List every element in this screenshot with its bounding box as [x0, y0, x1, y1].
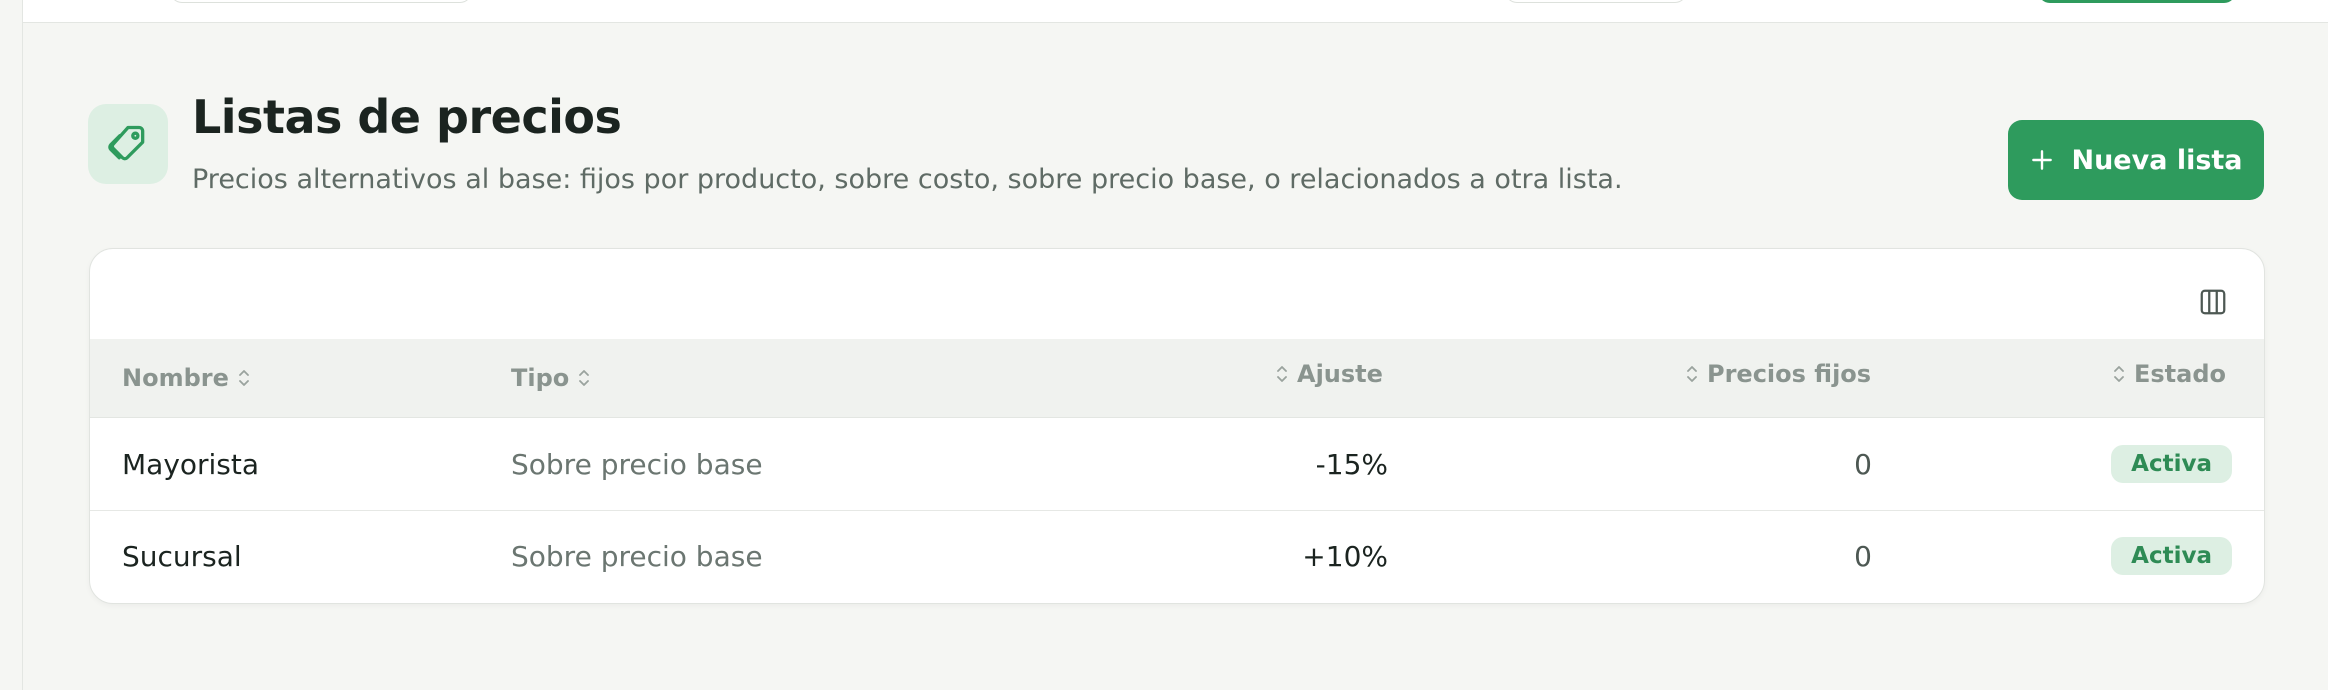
row-adjust: -15% — [1315, 447, 1388, 481]
top-primary-button[interactable] — [2038, 0, 2236, 3]
row-type: Sobre precio base — [511, 539, 763, 573]
status-badge: Activa — [2111, 445, 2232, 483]
column-header-type-label: Tipo — [511, 364, 570, 392]
row-type: Sobre precio base — [511, 447, 763, 481]
row-fixed-prices: 0 — [1854, 539, 1872, 573]
column-header-fixed-prices[interactable]: Precios fijos — [1685, 335, 1871, 413]
row-fixed-prices: 0 — [1854, 447, 1872, 481]
top-bar — [0, 0, 2328, 23]
row-name: Mayorista — [122, 447, 260, 481]
price-lists-table: Nombre Tipo Ajuste Precios fijos Estado … — [89, 248, 2265, 604]
sort-icon — [1685, 363, 1699, 385]
sort-icon — [577, 367, 591, 389]
column-header-type[interactable]: Tipo — [511, 339, 591, 417]
row-name: Sucursal — [122, 539, 242, 573]
column-header-adjust-label: Ajuste — [1297, 360, 1383, 388]
column-header-status-label: Estado — [2134, 360, 2227, 388]
row-adjust: +10% — [1302, 539, 1388, 573]
tag-icon — [88, 104, 168, 184]
page-title: Listas de precios — [192, 90, 622, 144]
sort-icon — [237, 367, 251, 389]
table-row[interactable]: Mayorista Sobre precio base -15% 0 Activ… — [90, 418, 2264, 511]
table-row[interactable]: Sucursal Sobre precio base +10% 0 Activa — [90, 510, 2264, 602]
column-header-name[interactable]: Nombre — [122, 339, 251, 417]
status-badge: Activa — [2111, 537, 2232, 575]
table-header: Nombre Tipo Ajuste Precios fijos Estado — [90, 339, 2264, 418]
new-list-button-label: Nueva lista — [2071, 144, 2243, 176]
plus-icon — [2029, 147, 2055, 173]
sort-icon — [2112, 363, 2126, 385]
column-header-name-label: Nombre — [122, 364, 229, 392]
column-header-status[interactable]: Estado — [2112, 335, 2226, 413]
page-subtitle: Precios alternativos al base: fijos por … — [192, 164, 1623, 195]
new-list-button[interactable]: Nueva lista — [2008, 120, 2264, 200]
column-header-fixed-prices-label: Precios fijos — [1707, 360, 1872, 388]
columns-icon[interactable] — [2196, 285, 2230, 319]
top-search-field[interactable] — [170, 0, 472, 3]
top-menu-control[interactable] — [1505, 0, 1687, 3]
row-status: Activa — [2111, 418, 2232, 510]
sort-icon — [1275, 363, 1289, 385]
sidebar-edge — [0, 0, 23, 690]
row-status: Activa — [2111, 510, 2232, 602]
